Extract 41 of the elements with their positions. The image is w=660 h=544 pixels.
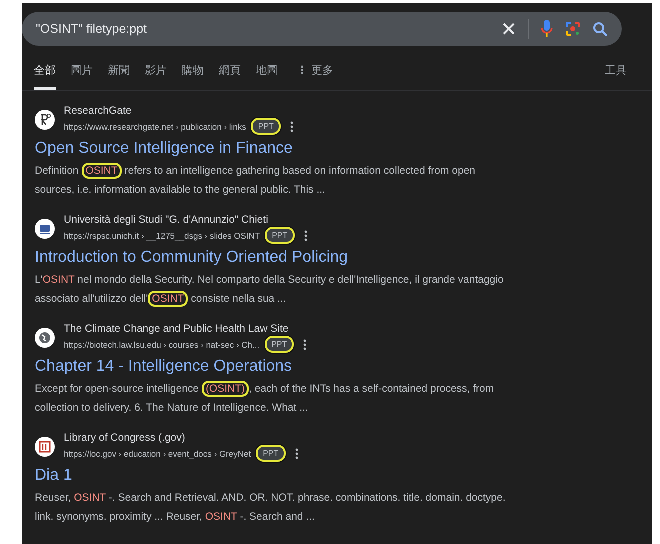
file-type-badge: PPT xyxy=(251,118,281,135)
more-tab[interactable]: ⋮ 更多 xyxy=(297,63,334,90)
microphone-icon[interactable] xyxy=(541,20,553,38)
result-snippet: Except for open-source intelligence (OSINT) , each of the INTs has a self-contained process, from collection to delivery. 6. The Nature of Intelligence. What ... xyxy=(35,380,496,416)
site-name: Università degli Studi "G. d'Annunzio" Chieti xyxy=(64,214,270,226)
tab[interactable]: 網頁 xyxy=(219,63,241,90)
search-icon[interactable] xyxy=(593,22,608,36)
site-name: ResearchGate xyxy=(64,105,133,117)
result-snippet: Reuser, OSINT -. Search and Retrieval. AND. OR. NOT. phrase. combinations. title. domain. doctype. link. synonyms. proximity ... Reuser, OSINT -. Search and ... xyxy=(35,491,507,525)
result-title-link[interactable]: Chapter 14 - Intelligence Operations xyxy=(35,358,652,376)
favicon-icon xyxy=(35,219,55,239)
result-url[interactable]: https://www.researchgate.net › publication › links xyxy=(64,122,246,132)
result-title-link[interactable]: Introduction to Community Oriented Policing xyxy=(35,249,652,267)
close-icon[interactable] xyxy=(502,22,516,36)
tab[interactable]: 影片 xyxy=(145,63,167,90)
site-name: Library of Congress (.gov) xyxy=(64,432,186,444)
tab[interactable]: 新聞 xyxy=(108,63,130,90)
result-title-link[interactable]: Open Source Intelligence in Finance xyxy=(35,140,652,158)
search-field[interactable]: "OSINT" filetype:ppt xyxy=(22,12,622,46)
more-options-icon[interactable] xyxy=(290,120,294,132)
favicon-icon xyxy=(35,437,55,457)
tab[interactable]: 購物 xyxy=(182,63,204,90)
more-options-icon[interactable] xyxy=(304,230,308,242)
file-type-badge: PPT xyxy=(265,227,295,244)
tab[interactable]: 圖片 xyxy=(71,63,93,90)
result-title-link[interactable]: Dia 1 xyxy=(35,467,652,485)
tab[interactable]: 全部 xyxy=(34,63,56,90)
site-name: The Climate Change and Public Health Law Site xyxy=(64,323,290,335)
result-snippet: L'OSINT nel mondo della Security. Nel comparto della Security e dell'Intelligence, il grande vantaggio associato all'utilizzo dell' OSINT consiste nella sua ... xyxy=(35,273,505,309)
result-url[interactable]: https://loc.gov › education › event_docs › GreyNet xyxy=(64,448,252,458)
more-options-icon[interactable] xyxy=(303,338,308,350)
more-options-icon[interactable] xyxy=(294,448,299,460)
tools-button[interactable]: 工具 xyxy=(605,63,627,90)
result-snippet: Definition OSINT refers to an intelligence gathering based on information collected from open sources, i.e. information available to the general public. This ... xyxy=(35,162,477,198)
result-url[interactable]: https://biotech.law.lsu.edu › courses › nat-sec › Ch... xyxy=(64,340,260,350)
favicon-icon xyxy=(35,110,55,130)
tab[interactable]: 地圖 xyxy=(256,63,278,90)
file-type-badge: PPT xyxy=(264,336,294,353)
file-type-badge: PPT xyxy=(256,445,286,462)
camera-icon[interactable] xyxy=(565,21,581,37)
result-url[interactable]: https://rspsc.unich.it › __1275__dsgs › slides OSINT xyxy=(64,230,260,240)
